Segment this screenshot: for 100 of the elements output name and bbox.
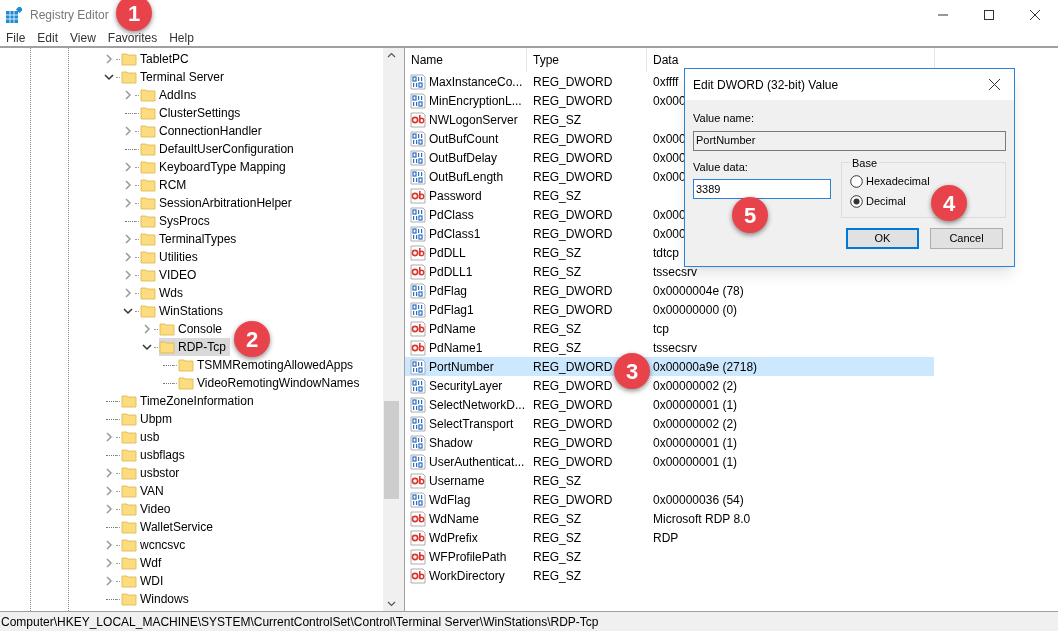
column-header[interactable]: Name bbox=[405, 48, 527, 72]
scrollbar[interactable] bbox=[383, 48, 400, 611]
radio-icon[interactable] bbox=[850, 174, 863, 188]
value-type: REG_DWORD bbox=[533, 73, 613, 91]
value-row[interactable]: WorkDirectory REG_SZ bbox=[405, 566, 934, 585]
tree-item[interactable]: VAN bbox=[121, 482, 168, 500]
tree-item[interactable]: usbstor bbox=[121, 464, 184, 482]
value-data: 0x00000036 (54) bbox=[652, 491, 745, 509]
menu-item[interactable]: File bbox=[0, 29, 32, 47]
binary-value-icon bbox=[410, 434, 426, 451]
value-row[interactable]: WdPrefix REG_SZ RDP bbox=[405, 528, 934, 547]
value-data: tssecsrv bbox=[652, 339, 698, 357]
menu-item[interactable]: View bbox=[64, 29, 102, 47]
value-name: PdClass bbox=[429, 206, 474, 224]
tree-item[interactable]: WalletService bbox=[121, 518, 217, 536]
tree-item[interactable]: Utilities bbox=[140, 248, 202, 266]
chevron-right-icon[interactable] bbox=[104, 504, 114, 514]
status-bar-path: Computer\HKEY_LOCAL_MACHINE\SYSTEM\CurrentControlSet\Control\Terminal Server\WinStations\RDP-Tcp bbox=[0, 613, 599, 631]
value-type: REG_SZ bbox=[533, 472, 581, 490]
tree-item[interactable]: Wdf bbox=[121, 554, 166, 572]
tree-item[interactable]: TSMMRemotingAllowedApps bbox=[178, 356, 358, 374]
chevron-right-icon[interactable] bbox=[123, 288, 133, 298]
value-type: REG_DWORD bbox=[533, 168, 613, 186]
tree-item[interactable]: Console bbox=[159, 320, 227, 338]
folder-icon bbox=[140, 141, 156, 157]
tree-item[interactable]: usb bbox=[121, 428, 164, 446]
scroll-thumb[interactable] bbox=[384, 401, 399, 499]
chevron-right-icon[interactable] bbox=[123, 126, 133, 136]
radio-option[interactable]: Hexadecimal bbox=[850, 171, 930, 191]
value-row[interactable]: WdFlag REG_DWORD 0x00000036 (54) bbox=[405, 490, 934, 509]
chevron-right-icon[interactable] bbox=[104, 54, 114, 64]
value-type: REG_SZ bbox=[533, 529, 581, 547]
tree-item[interactable]: RCM bbox=[140, 176, 191, 194]
value-row[interactable]: Shadow REG_DWORD 0x00000001 (1) bbox=[405, 433, 934, 452]
value-type: REG_DWORD bbox=[533, 130, 613, 148]
tree-item[interactable]: ConnectionHandler bbox=[140, 122, 266, 140]
scroll-up-icon[interactable] bbox=[387, 52, 396, 58]
column-header[interactable]: Type bbox=[527, 48, 647, 72]
folder-icon bbox=[121, 519, 137, 535]
tree-item[interactable]: Wds bbox=[140, 284, 187, 302]
menu-item[interactable]: Favorites bbox=[101, 29, 164, 47]
chevron-right-icon[interactable] bbox=[104, 558, 114, 568]
chevron-right-icon[interactable] bbox=[104, 468, 114, 478]
chevron-right-icon[interactable] bbox=[123, 90, 133, 100]
tree-item[interactable]: WinStations bbox=[140, 302, 228, 320]
radio-icon[interactable] bbox=[850, 194, 863, 208]
tree-item[interactable]: ClusterSettings bbox=[140, 104, 245, 122]
chevron-right-icon[interactable] bbox=[142, 324, 152, 334]
string-value-icon bbox=[410, 339, 426, 356]
value-row[interactable]: SelectTransport REG_DWORD 0x00000002 (2) bbox=[405, 414, 934, 433]
tree-item[interactable]: RDP-Tcp bbox=[159, 338, 230, 356]
tree-item[interactable]: Video bbox=[121, 500, 175, 518]
chevron-right-icon[interactable] bbox=[123, 198, 133, 208]
chevron-right-icon[interactable] bbox=[123, 234, 133, 244]
tree-item[interactable]: SessionArbitrationHelper bbox=[140, 194, 296, 212]
chevron-right-icon[interactable] bbox=[104, 432, 114, 442]
cancel-button[interactable]: Cancel bbox=[930, 228, 1003, 249]
tree-item[interactable]: DefaultUserConfiguration bbox=[140, 140, 298, 158]
tree-item[interactable]: KeyboardType Mapping bbox=[140, 158, 290, 176]
tree-item[interactable]: WDI bbox=[121, 572, 168, 590]
chevron-right-icon[interactable] bbox=[104, 576, 114, 586]
chevron-down-icon[interactable] bbox=[123, 306, 133, 316]
value-row[interactable]: PdFlag1 REG_DWORD 0x00000000 (0) bbox=[405, 300, 934, 319]
tree-item[interactable]: TimeZoneInformation bbox=[121, 392, 258, 410]
radio-option[interactable]: Decimal bbox=[850, 191, 906, 211]
chevron-right-icon[interactable] bbox=[104, 540, 114, 550]
value-row[interactable]: WdName REG_SZ Microsoft RDP 8.0 bbox=[405, 509, 934, 528]
tree-item[interactable]: AddIns bbox=[140, 86, 201, 104]
chevron-right-icon[interactable] bbox=[104, 486, 114, 496]
value-row[interactable]: PdFlag REG_DWORD 0x0000004e (78) bbox=[405, 281, 934, 300]
tree-item[interactable]: SysProcs bbox=[140, 212, 214, 230]
tree-item[interactable]: TerminalTypes bbox=[140, 230, 241, 248]
value-row[interactable]: PdName REG_SZ tcp bbox=[405, 319, 934, 338]
ok-button[interactable]: OK bbox=[846, 228, 919, 249]
tree-item[interactable]: Windows bbox=[121, 590, 193, 608]
chevron-right-icon[interactable] bbox=[123, 180, 133, 190]
tree-item[interactable]: wcncsvc bbox=[121, 536, 190, 554]
tree-item[interactable]: usbflags bbox=[121, 446, 189, 464]
value-row[interactable]: Username REG_SZ bbox=[405, 471, 934, 490]
binary-value-icon bbox=[410, 225, 426, 242]
scroll-down-icon[interactable] bbox=[387, 601, 396, 607]
value-row[interactable]: UserAuthenticat... REG_DWORD 0x00000001 (1) bbox=[405, 452, 934, 471]
tree-item[interactable]: Ubpm bbox=[121, 410, 176, 428]
value-row[interactable]: WFProfilePath REG_SZ bbox=[405, 547, 934, 566]
value-data-field[interactable]: 3389 bbox=[693, 179, 831, 199]
value-row[interactable]: SelectNetworkD... REG_DWORD 0x00000001 (1) bbox=[405, 395, 934, 414]
chevron-right-icon[interactable] bbox=[123, 270, 133, 280]
tree-item[interactable]: VideoRemotingWindowNames bbox=[178, 374, 364, 392]
tree-item[interactable]: Terminal Server bbox=[121, 68, 229, 86]
chevron-down-icon[interactable] bbox=[104, 72, 114, 82]
chevron-down-icon[interactable] bbox=[142, 342, 152, 352]
menu-item[interactable]: Help bbox=[163, 29, 200, 47]
chevron-right-icon[interactable] bbox=[123, 252, 133, 262]
value-type: REG_DWORD bbox=[533, 206, 613, 224]
tree-item[interactable]: VIDEO bbox=[140, 266, 201, 284]
menu-item[interactable]: Edit bbox=[31, 29, 65, 47]
value-name: SelectNetworkD... bbox=[429, 396, 526, 414]
chevron-right-icon[interactable] bbox=[123, 162, 133, 172]
value-row[interactable]: PdDLL1 REG_SZ tssecsrv bbox=[405, 262, 934, 281]
tree-item[interactable]: TabletPC bbox=[121, 50, 193, 68]
